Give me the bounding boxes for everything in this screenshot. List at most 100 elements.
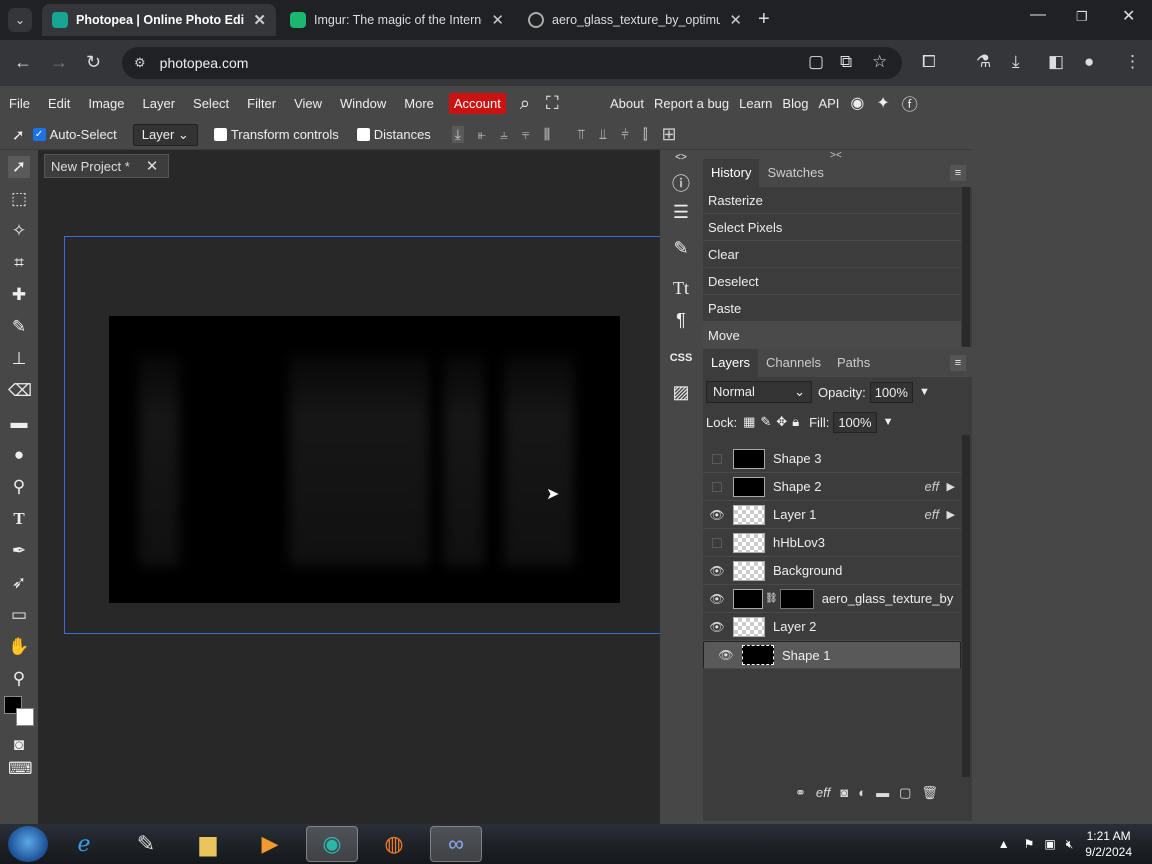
layer-row[interactable]: 👁︎ Background	[703, 557, 961, 585]
window-close-button[interactable]: ✕	[1122, 6, 1135, 26]
adjustments-icon[interactable]: ☰	[669, 202, 693, 223]
grid-arrange-icon[interactable]: ⊞	[662, 124, 677, 145]
transform-controls-checkbox[interactable]	[213, 128, 227, 141]
file-explorer-icon[interactable]: ▆	[182, 826, 234, 862]
eraser-tool-icon[interactable]: ⌫	[8, 380, 32, 402]
paragraph-icon[interactable]: ¶	[669, 310, 693, 331]
layer-effects-badge[interactable]: eff	[925, 479, 939, 494]
profile-avatar-icon[interactable]: ●	[1084, 52, 1094, 72]
lock-transparency-icon[interactable]: ▦	[743, 414, 755, 430]
add-mask-icon[interactable]: ◙	[840, 785, 848, 801]
zoom-tool-icon[interactable]: ⚲	[8, 668, 30, 690]
brush-tool-icon[interactable]: ✎	[8, 316, 30, 338]
character-icon[interactable]: Tt	[669, 278, 693, 299]
align-vcenter-icon[interactable]: ⫫	[599, 126, 607, 143]
search-icon[interactable]: ⌕	[512, 93, 538, 114]
menu-about[interactable]: About	[605, 96, 649, 111]
keyboard-icon[interactable]: ⌨	[8, 758, 33, 780]
stamp-tool-icon[interactable]: ⊥	[8, 348, 30, 370]
network-icon[interactable]: ▣	[1044, 837, 1055, 851]
eye-icon[interactable]: 👁︎	[712, 648, 740, 662]
clipboard-icon[interactable]: ▢	[808, 52, 824, 72]
menu-window[interactable]: Window	[331, 96, 395, 111]
opacity-input[interactable]: 100%	[869, 381, 913, 403]
distances-checkbox[interactable]	[356, 128, 370, 141]
volume-muted-icon[interactable]: 🔇︎	[1066, 837, 1074, 852]
menu-api[interactable]: API	[813, 96, 844, 111]
menu-layer[interactable]: Layer	[134, 96, 185, 111]
blur-drop-icon[interactable]: ●	[8, 444, 30, 466]
visibility-toggle-off[interactable]	[712, 537, 722, 548]
distribute-v-icon[interactable]: ⫿	[643, 126, 647, 143]
history-item[interactable]: Select Pixels	[703, 214, 961, 241]
fullscreen-icon[interactable]: ⛶	[538, 93, 567, 114]
lock-all-icon[interactable]: 🔒︎	[792, 414, 799, 430]
layer-row[interactable]: 👁︎ ⛓ aero_glass_texture_by	[703, 585, 961, 613]
install-app-icon[interactable]: ⧉	[840, 52, 852, 72]
menu-blog[interactable]: Blog	[777, 96, 813, 111]
align-right-icon[interactable]: ⫧	[522, 126, 530, 143]
download-icon[interactable]: ⤓	[1012, 52, 1020, 72]
gradient-tool-icon[interactable]: ▬	[8, 412, 30, 434]
tab-channels[interactable]: Channels	[758, 349, 829, 377]
eye-icon[interactable]: 👁︎	[703, 508, 731, 522]
pen-tool-icon[interactable]: ✒	[8, 540, 30, 562]
adjustment-layer-icon[interactable]: ◐	[858, 785, 866, 801]
move-tool-icon[interactable]: ➚	[8, 156, 30, 178]
url-omnibox[interactable]: ⚙ photopea.com	[122, 47, 902, 79]
image-icon[interactable]: ▨	[669, 382, 693, 403]
menu-image[interactable]: Image	[79, 96, 133, 111]
tab-layers[interactable]: Layers	[703, 349, 759, 377]
layer-row[interactable]: hHbLov3	[703, 529, 961, 557]
tab-search-chevron-icon[interactable]: ⌄	[8, 8, 32, 32]
close-document-icon[interactable]: ✕	[146, 157, 159, 175]
visibility-toggle-off[interactable]	[712, 453, 722, 464]
tab-history[interactable]: History	[703, 159, 760, 187]
history-item[interactable]: Deselect	[703, 268, 961, 295]
chrome-menu-icon[interactable]: ⋮	[1124, 52, 1141, 72]
menu-more[interactable]: More	[395, 96, 443, 111]
tab-imgur[interactable]: Imgur: The magic of the Internet ✕	[280, 4, 514, 36]
start-button[interactable]	[8, 826, 48, 862]
history-item[interactable]: Move	[703, 322, 961, 349]
internet-explorer-icon[interactable]: ℯ	[58, 826, 110, 862]
new-layer-icon[interactable]: ▢	[899, 785, 911, 801]
facebook-icon[interactable]: ⓕ	[896, 91, 924, 115]
dodge-tool-icon[interactable]: ⚲	[8, 476, 30, 498]
history-item[interactable]: Paste	[703, 295, 961, 322]
history-item[interactable]: Rasterize	[703, 187, 961, 214]
download-arrow-icon[interactable]: ⤓	[451, 126, 464, 143]
media-player-icon[interactable]: ▶	[244, 826, 296, 862]
tab-paths[interactable]: Paths	[829, 349, 878, 377]
opacity-dropdown-icon[interactable]: ▼	[919, 386, 930, 398]
target-select[interactable]: Layer ⌄	[132, 123, 198, 146]
menu-filter[interactable]: Filter	[238, 96, 285, 111]
mask-link-icon[interactable]: ⛓	[765, 593, 778, 604]
document-tab[interactable]: New Project * ✕	[44, 154, 170, 178]
css-icon[interactable]: CSS	[669, 352, 693, 364]
marquee-tool-icon[interactable]: ⬚	[8, 188, 30, 210]
collapse-arrows-icon[interactable]: <>	[669, 152, 693, 163]
path-select-icon[interactable]: ➶	[8, 572, 30, 594]
lock-move-icon[interactable]: ✥	[776, 414, 787, 430]
menu-edit[interactable]: Edit	[39, 96, 79, 111]
auto-select-checkbox[interactable]: ✓	[32, 128, 46, 141]
visibility-toggle-off[interactable]	[712, 481, 722, 492]
new-group-folder-icon[interactable]: ▬	[876, 785, 889, 801]
expand-effects-icon[interactable]: ▶	[947, 480, 955, 493]
link-layers-icon[interactable]: ⚭	[795, 785, 806, 801]
photopea-taskbar-icon[interactable]: ◉	[306, 826, 358, 862]
align-hcenter-icon[interactable]: ⫨	[500, 126, 508, 143]
delete-layer-trash-icon[interactable]: 🗑︎	[921, 785, 938, 801]
panel-menu-icon[interactable]: ≡	[950, 355, 966, 371]
hand-tool-icon[interactable]: ✋	[8, 636, 30, 658]
notepad-icon[interactable]: ✎	[120, 826, 172, 862]
site-info-icon[interactable]: ⚙	[134, 55, 146, 71]
background-color-swatch[interactable]	[16, 708, 34, 726]
close-tab-icon[interactable]: ✕	[491, 11, 504, 29]
brush-settings-icon[interactable]: ✎	[669, 238, 693, 259]
layers-scrollbar[interactable]	[962, 435, 970, 777]
show-hidden-icons-icon[interactable]: ▲	[998, 837, 1010, 851]
fill-dropdown-icon[interactable]: ▼	[883, 416, 894, 428]
reddit-icon[interactable]: ◉	[844, 93, 870, 113]
